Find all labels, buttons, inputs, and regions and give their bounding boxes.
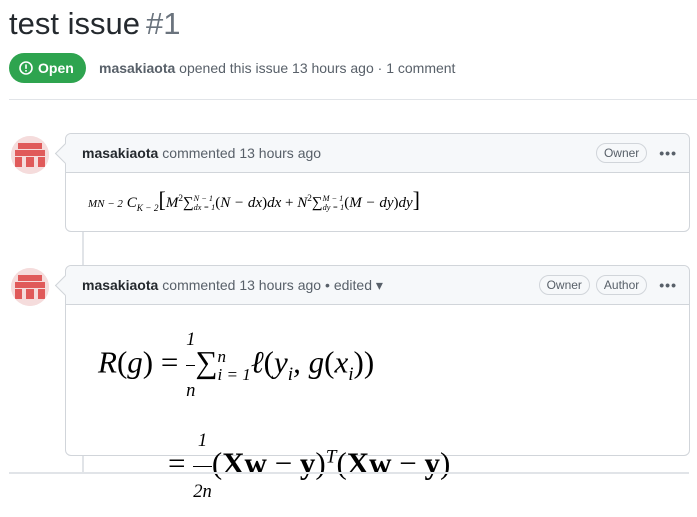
- avatar-identicon: [11, 136, 49, 174]
- issue-meta: masakiaota opened this issue 13 hours ag…: [99, 60, 455, 76]
- issue-opened-icon: [19, 61, 33, 75]
- comment-timestamp[interactable]: commented 13 hours ago: [162, 277, 321, 293]
- issue-state-label: Open: [38, 60, 74, 76]
- header-divider: [9, 99, 697, 100]
- comment-body: MN − 2 CK − 2[M2∑ N − 1 dx = 1 (N − dx)dx +…: [66, 173, 689, 214]
- issue-title-text: test issue: [9, 6, 140, 41]
- owner-label: Owner: [595, 143, 648, 163]
- avatar[interactable]: [11, 136, 49, 174]
- equation-risk-line-2: = 1 2n (Xw − y)T(Xw − y): [98, 416, 689, 517]
- equation-risk-line-1: R(g) = 1 n ∑ n i = 1 ℓ(yi, g(xi)): [98, 315, 689, 416]
- comment-body: R(g) = 1 n ∑ n i = 1 ℓ(yi, g(xi)) = 1 2n (Xw − …: [66, 305, 689, 517]
- issue-author-link[interactable]: masakiaota: [99, 60, 175, 76]
- issue-state-badge: Open: [9, 53, 86, 83]
- issue-number: #1: [145, 6, 181, 41]
- avatar-identicon: [11, 268, 49, 306]
- comment-author[interactable]: masakiaota: [82, 145, 158, 161]
- comment-header: masakiaota commented 13 hours ago Owner …: [66, 134, 689, 173]
- kebab-icon[interactable]: •••: [659, 277, 677, 293]
- equation-combination-sum: MN − 2 CK − 2[M2∑ N − 1 dx = 1 (N − dx)dx +…: [88, 187, 420, 214]
- owner-label: Owner: [538, 275, 590, 295]
- edited-dropdown[interactable]: • edited ▾: [325, 277, 383, 294]
- comment-header: masakiaota commented 13 hours ago • edit…: [66, 266, 689, 305]
- issue-title: test issue #1: [9, 4, 180, 44]
- author-label: Author: [595, 275, 648, 295]
- comment-1: masakiaota commented 13 hours ago Owner …: [54, 133, 690, 232]
- kebab-icon[interactable]: •••: [659, 145, 677, 161]
- issue-opened-text: opened this issue 13 hours ago · 1 comme…: [179, 60, 456, 76]
- avatar[interactable]: [11, 268, 49, 306]
- comment-2: masakiaota commented 13 hours ago • edit…: [54, 265, 690, 502]
- comment-author[interactable]: masakiaota: [82, 277, 158, 293]
- timeline-divider: [9, 472, 689, 474]
- comment-timestamp[interactable]: commented 13 hours ago: [162, 145, 321, 161]
